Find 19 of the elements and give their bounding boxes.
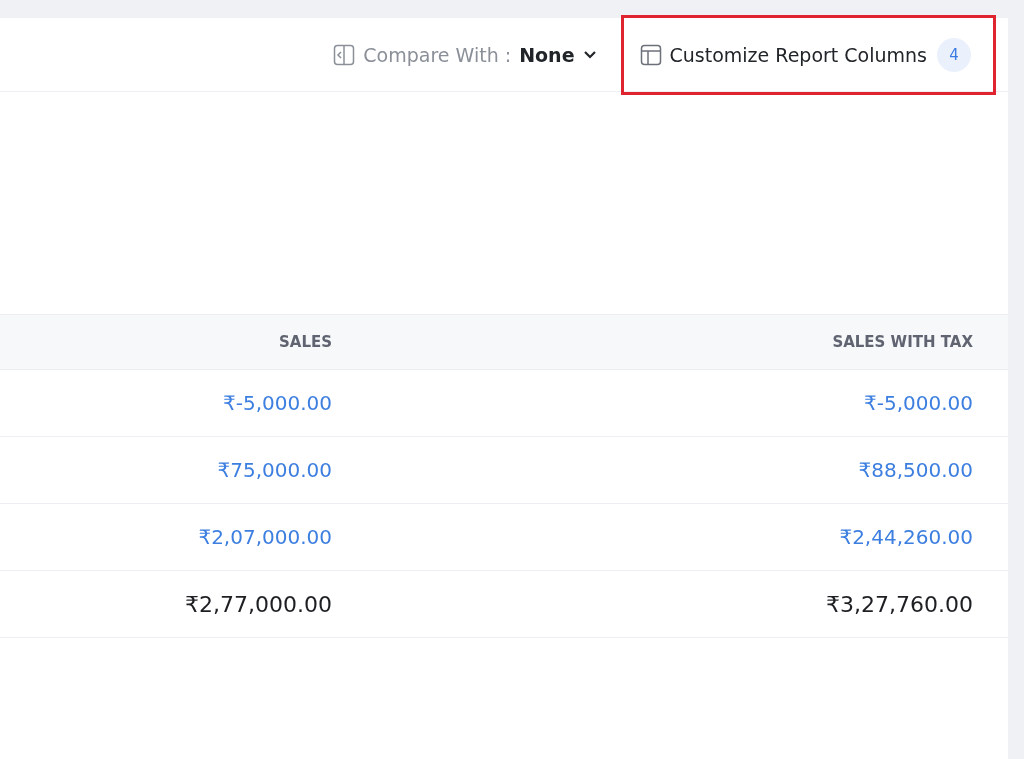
column-header: SALES WITH TAX: [831, 333, 973, 351]
total-amount: ₹2,77,000.00: [184, 591, 332, 617]
chevron-down-icon: [582, 49, 597, 60]
layout-icon: [639, 43, 662, 66]
amount-link[interactable]: ₹75,000.00: [0, 458, 332, 482]
compare-value: None: [519, 43, 575, 66]
compare-label: Compare With :: [363, 43, 512, 66]
amount-link[interactable]: ₹2,44,260.00: [332, 525, 973, 549]
amount-link[interactable]: ₹-5,000.00: [332, 391, 973, 415]
customize-columns-button[interactable]: Customize Report Columns 4: [620, 14, 996, 95]
amount-link[interactable]: ₹88,500.00: [332, 458, 973, 482]
amount-link[interactable]: ₹2,07,000.00: [0, 525, 332, 549]
total-amount: ₹3,27,760.00: [825, 591, 973, 617]
customize-label: Customize Report Columns: [669, 43, 927, 66]
amount-link[interactable]: ₹-5,000.00: [0, 391, 332, 415]
column-count-badge: 4: [937, 37, 971, 72]
column-header: SALES: [277, 333, 332, 351]
compare-dropdown[interactable]: Compare With : None: [323, 43, 607, 66]
compare-icon: [333, 43, 356, 66]
